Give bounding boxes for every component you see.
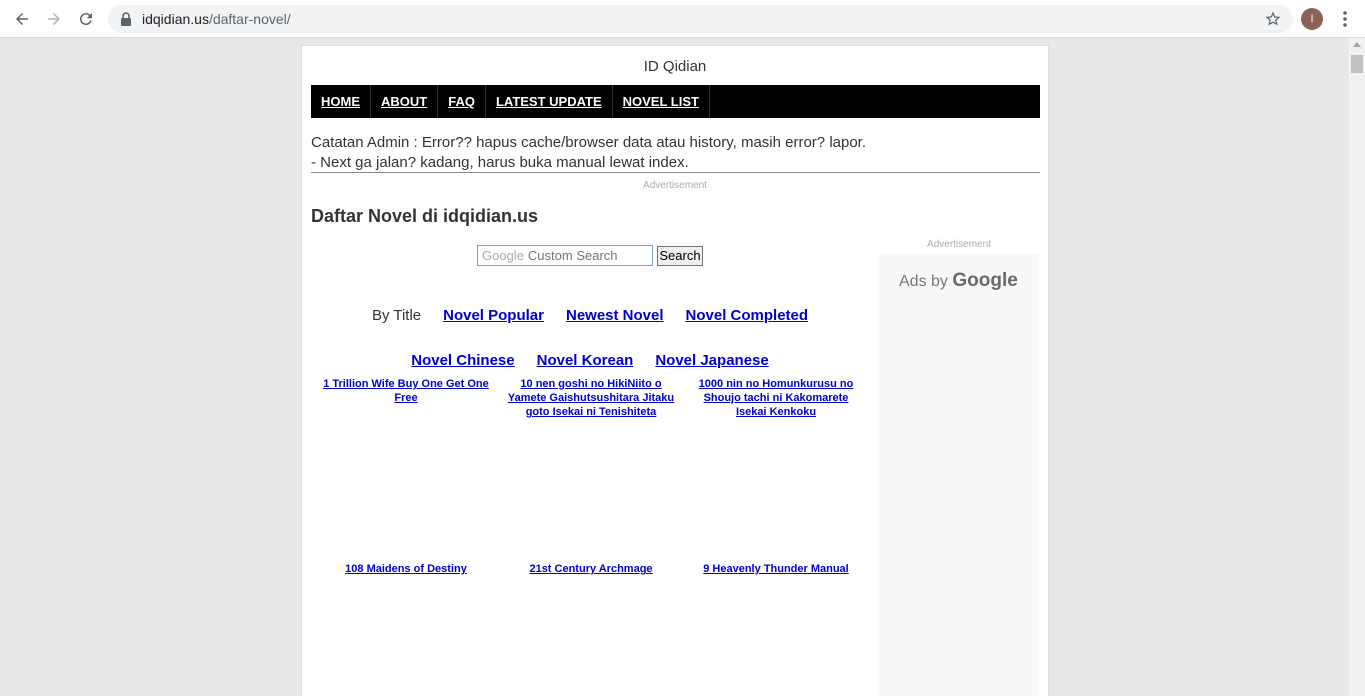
filter-row-1: By Title Novel Popular Newest Novel Nove… [302,307,878,324]
profile-avatar[interactable]: I [1301,8,1323,30]
ads-by-google: Ads by Google [899,270,1018,291]
lock-icon [121,12,131,26]
scroll-up-arrow-icon[interactable] [1353,42,1361,47]
search-button[interactable]: Search [657,246,703,266]
novel-link[interactable]: 21st Century Archmage [506,562,676,576]
notice-line-1: Catatan Admin : Error?? hapus cache/brow… [311,134,867,151]
filter-novel-japanese[interactable]: Novel Japanese [655,352,768,369]
filter-row-2: Novel Chinese Novel Korean Novel Japanes… [302,352,878,369]
nav-home[interactable]: HOME [311,85,371,118]
filter-novel-korean[interactable]: Novel Korean [537,352,634,369]
notice-line-2: - Next ga jalan? kadang, harus buka manu… [311,154,689,171]
page-heading: Daftar Novel di idqidian.us [311,206,539,226]
novel-link[interactable]: 1000 nin no Homunkurusu no Shoujo tachi … [691,377,861,419]
nav-faq[interactable]: FAQ [438,85,486,118]
filter-novel-completed[interactable]: Novel Completed [686,307,809,324]
search-input[interactable]: Google Custom Search [477,245,653,266]
page-scrollbar[interactable] [1349,38,1365,696]
admin-notice: Catatan Admin : Error?? hapus cache/brow… [311,133,1040,173]
ad-label-side: Advertisement [927,239,991,250]
novel-link[interactable]: 1 Trillion Wife Buy One Get One Free [321,377,491,405]
url-text: idqidian.us/daftar-novel/ [142,11,291,27]
filter-novel-chinese[interactable]: Novel Chinese [411,352,514,369]
google-logo-text: Google [952,270,1018,291]
forward-button[interactable] [44,9,64,29]
browser-toolbar: idqidian.us/daftar-novel/ I [0,0,1365,38]
novel-link[interactable]: 108 Maidens of Destiny [321,562,491,576]
ad-label-top: Advertisement [643,180,707,191]
novel-link[interactable]: 10 nen goshi no HikiNiito o Yamete Gaish… [506,377,676,419]
arrow-right-icon [48,13,60,25]
scroll-thumb[interactable] [1351,55,1363,73]
filter-novel-popular[interactable]: Novel Popular [443,307,544,324]
nav-about[interactable]: ABOUT [371,85,439,118]
reload-button[interactable] [76,9,96,29]
bookmark-star-icon[interactable] [1265,11,1281,27]
arrow-left-icon [16,13,28,25]
site-title: ID Qidian [643,58,707,75]
nav-novel-list[interactable]: NOVEL LIST [613,85,710,118]
filter-newest-novel[interactable]: Newest Novel [566,307,664,324]
divider [311,172,1040,173]
google-watermark: Google [482,248,524,263]
side-ad-slot[interactable]: Ads by Google [879,254,1039,696]
address-bar[interactable]: idqidian.us/daftar-novel/ [108,5,1293,33]
novel-link[interactable]: 9 Heavenly Thunder Manual [691,562,861,576]
more-vert-icon[interactable] [1335,9,1355,29]
by-title-label: By Title [371,307,422,324]
nav-latest-update[interactable]: LATEST UPDATE [486,85,613,118]
search-placeholder: Custom Search [527,248,618,263]
back-button[interactable] [12,9,32,29]
page-container: ID Qidian HOME ABOUT FAQ LATEST UPDATE N… [301,45,1049,696]
main-nav: HOME ABOUT FAQ LATEST UPDATE NOVEL LIST [311,85,1040,118]
reload-icon [79,13,92,26]
